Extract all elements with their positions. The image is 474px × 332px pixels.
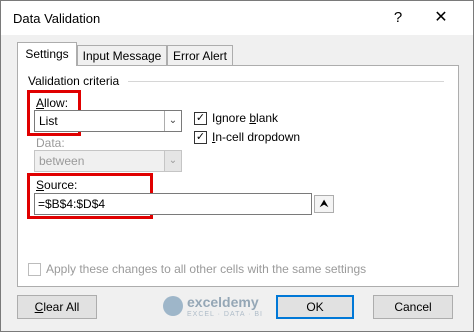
checkmark-icon: ✓ <box>195 131 206 143</box>
chevron-down-icon: ⌄ <box>164 111 181 131</box>
close-button[interactable]: ✕ <box>429 7 453 29</box>
clear-all-button[interactable]: Clear All <box>17 295 97 319</box>
settings-panel: Validation criteria Allow: List ⌄ ✓ Igno… <box>17 65 459 287</box>
data-select[interactable]: between ⌄ <box>34 150 182 172</box>
tab-input-message-label: Input Message <box>82 49 162 63</box>
tab-settings-label: Settings <box>25 47 69 61</box>
apply-all-checkbox[interactable] <box>28 263 41 276</box>
source-input[interactable]: =$B$4:$D$4 <box>34 193 312 215</box>
tab-input-message[interactable]: Input Message <box>77 45 167 66</box>
incell-dropdown-label: In-cell dropdown <box>212 130 301 144</box>
watermark-name: exceldemy <box>187 294 259 310</box>
allow-value: List <box>39 114 58 128</box>
source-label: Source: <box>36 178 78 192</box>
apply-all-label: Apply these changes to all other cells w… <box>46 262 367 276</box>
ok-button[interactable]: OK <box>276 295 354 319</box>
dialog-title: Data Validation <box>13 11 101 26</box>
group-divider <box>128 81 444 82</box>
tab-settings[interactable]: Settings <box>17 42 77 66</box>
tab-error-alert[interactable]: Error Alert <box>167 45 233 66</box>
cancel-button[interactable]: Cancel <box>373 295 453 319</box>
ignore-blank-label: Ignore blank <box>212 111 279 125</box>
watermark-tagline: EXCEL · DATA · BI <box>187 311 263 318</box>
tab-error-alert-label: Error Alert <box>172 49 227 63</box>
ignore-blank-checkbox[interactable]: ✓ <box>194 112 207 125</box>
data-label: Data: <box>36 136 65 150</box>
exceldemy-logo-icon <box>163 296 183 316</box>
data-validation-dialog: Data Validation ? ✕ Settings Input Messa… <box>0 0 474 332</box>
collapse-dialog-icon[interactable]: ⮝ <box>314 195 334 213</box>
source-value: =$B$4:$D$4 <box>38 197 106 211</box>
incell-dropdown-checkbox[interactable]: ✓ <box>194 131 207 144</box>
allow-label: Allow: <box>36 96 69 110</box>
validation-criteria-label: Validation criteria <box>28 74 124 88</box>
exceldemy-watermark: exceldemy EXCEL · DATA · BI <box>163 292 283 322</box>
title-bar: Data Validation ? ✕ <box>1 1 473 35</box>
help-button[interactable]: ? <box>386 7 410 29</box>
chevron-down-icon: ⌄ <box>164 151 181 171</box>
data-value: between <box>39 154 85 168</box>
checkmark-icon: ✓ <box>195 112 206 124</box>
allow-select[interactable]: List ⌄ <box>34 110 182 132</box>
